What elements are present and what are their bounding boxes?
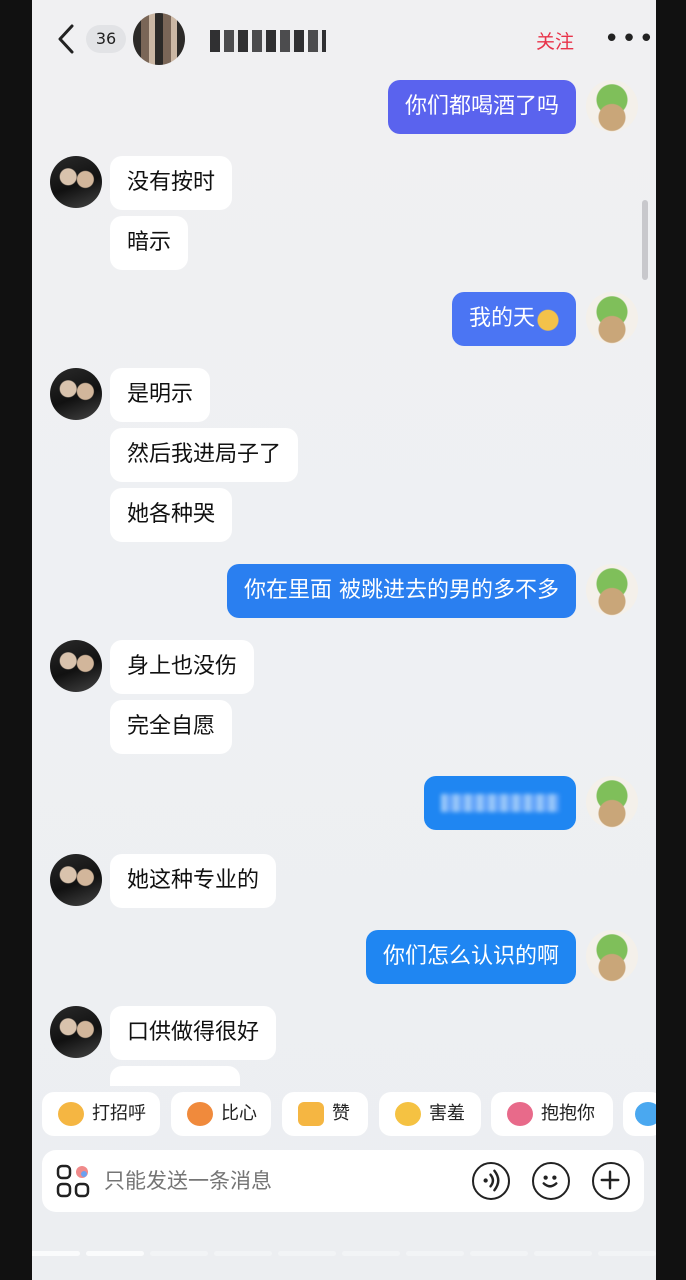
- quick-reply-greet[interactable]: 打招呼: [42, 1092, 160, 1136]
- chat-screen: 36 关注 ••• 你们都喝酒了吗 没有按时 暗示 我的天 是明示 然后我进局子…: [32, 0, 656, 1280]
- message-input[interactable]: [104, 1150, 444, 1212]
- message-bubble-out[interactable]: 你们都喝酒了吗: [387, 80, 576, 134]
- quick-reply-label: 比心: [221, 1103, 257, 1124]
- message-bubble-in[interactable]: 完全自愿: [110, 700, 233, 754]
- message-bubble-in[interactable]: 然后我进局子了: [110, 428, 299, 482]
- apps-grid-icon[interactable]: [56, 1164, 90, 1198]
- message-bubble-in[interactable]: 身上也没伤: [110, 640, 255, 694]
- voice-wave-icon: [483, 1169, 500, 1192]
- message-bubble-in[interactable]: 她这种专业的: [110, 854, 277, 908]
- message-text: 我的天: [468, 306, 535, 331]
- contact-avatar-small[interactable]: [50, 640, 102, 692]
- contact-avatar-small[interactable]: [50, 1006, 102, 1058]
- message-bubble-in[interactable]: 她各种哭: [110, 488, 233, 542]
- emoji-button[interactable]: [532, 1162, 570, 1200]
- message-bubble-in[interactable]: 是明示: [110, 368, 211, 422]
- page-indicator: [32, 1251, 656, 1257]
- message-bubble-in[interactable]: 暗示: [110, 216, 189, 270]
- chat-header: 36 关注 •••: [32, 0, 656, 78]
- quick-reply-label: 抱抱你: [541, 1103, 595, 1124]
- quick-reply-label: 打招呼: [92, 1103, 146, 1124]
- contact-avatar-small[interactable]: [50, 368, 102, 420]
- quick-reply-more[interactable]: [623, 1092, 656, 1136]
- quick-reply-bar: 打招呼 比心 赞 害羞 抱抱你: [42, 1092, 656, 1136]
- more-options-button[interactable]: •••: [604, 26, 656, 52]
- back-button[interactable]: [52, 22, 80, 56]
- my-avatar[interactable]: [586, 80, 638, 132]
- quick-reply-hug[interactable]: 抱抱你: [491, 1092, 613, 1136]
- contact-avatar-small[interactable]: [50, 854, 102, 906]
- smile-wave-icon: [58, 1102, 84, 1126]
- message-bubble-partial: [110, 1066, 240, 1086]
- chevron-left-icon: [58, 24, 74, 54]
- my-avatar[interactable]: [586, 564, 638, 616]
- add-button[interactable]: [592, 1162, 630, 1200]
- unread-count-badge[interactable]: 36: [86, 25, 126, 53]
- message-bubble-out[interactable]: 我的天: [451, 292, 576, 346]
- shy-face-icon: [395, 1102, 421, 1126]
- plus-icon: [600, 1170, 620, 1190]
- heart-hands-icon: [187, 1102, 213, 1126]
- my-avatar[interactable]: [586, 776, 638, 828]
- quick-reply-shy[interactable]: 害羞: [379, 1092, 481, 1136]
- message-input-bar: [42, 1150, 644, 1212]
- my-avatar[interactable]: [586, 292, 638, 344]
- message-bubble-out-redacted[interactable]: [424, 776, 576, 830]
- voice-button[interactable]: [472, 1162, 510, 1200]
- message-bubble-out[interactable]: 你在里面 被跳进去的男的多不多: [227, 564, 576, 618]
- message-bubble-out[interactable]: 你们怎么认识的啊: [365, 930, 576, 984]
- redacted-text: [441, 794, 559, 812]
- follow-button[interactable]: 关注: [536, 27, 574, 54]
- message-bubble-in[interactable]: 口供做得很好: [110, 1006, 277, 1060]
- contact-avatar[interactable]: [133, 13, 185, 65]
- crying-face-icon: [635, 1102, 656, 1126]
- contact-avatar-small[interactable]: [50, 156, 102, 208]
- scrollbar[interactable]: [642, 200, 648, 280]
- quick-reply-label: 赞: [332, 1103, 350, 1124]
- right-edge: [656, 0, 686, 1280]
- left-edge: [0, 0, 32, 1280]
- contact-name-redacted: [210, 30, 326, 52]
- facepalm-emoji-icon: [537, 307, 559, 331]
- message-bubble-in[interactable]: 没有按时: [110, 156, 233, 210]
- hug-icon: [507, 1102, 533, 1126]
- thumbs-up-icon: [298, 1102, 324, 1126]
- my-avatar[interactable]: [586, 930, 638, 982]
- quick-reply-label: 害羞: [429, 1103, 465, 1124]
- quick-reply-heart[interactable]: 比心: [171, 1092, 271, 1136]
- quick-reply-like[interactable]: 赞: [282, 1092, 368, 1136]
- smiley-icon: [542, 1175, 558, 1188]
